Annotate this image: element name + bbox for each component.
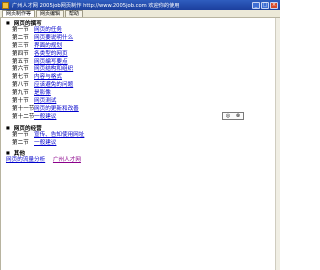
item-link[interactable]: 内容与格式 [34, 74, 62, 80]
maximize-button[interactable]: □ [261, 1, 269, 9]
list-item: 第二节 网页要说明什么 [6, 35, 275, 43]
item-link[interactable]: 界面的规划 [34, 43, 62, 49]
list-item: 第二节 一般建议 [6, 140, 275, 148]
item-number: 第四节 [12, 50, 29, 57]
vertical-scrollbar[interactable] [275, 18, 280, 270]
item-number: 第十节 [12, 98, 29, 105]
tab-bar: 网页制作等 网页编辑 帮助 [0, 10, 280, 18]
item-link[interactable]: 应该避免的问题 [34, 82, 73, 88]
tab-web-editing[interactable]: 网页编辑 [36, 10, 65, 17]
item-number: 第一节 [12, 27, 29, 33]
item-number: 第八节 [12, 82, 29, 89]
list-item: 第一节 宣传、告知使用网址 [6, 132, 275, 140]
section-heading-writing: 网页的撰写 [6, 19, 275, 27]
other-links-row: 网页的流量分析 广州人才网 [6, 157, 275, 165]
traffic-analysis-link[interactable]: 网页的流量分析 [6, 157, 45, 163]
list-item: 第一节 网页的任务 [6, 27, 275, 35]
target-icon[interactable]: ◎ [226, 113, 230, 119]
item-link[interactable]: 网页的任务 [34, 27, 62, 33]
guangzhou-talent-link[interactable]: 广州人才网 [53, 157, 81, 163]
item-link[interactable]: 一般建议 [34, 140, 56, 146]
list-item: 第八节 应该避免的问题 [6, 82, 275, 90]
list-item: 第四节 各类型的网页 [6, 51, 275, 59]
section-heading-operation: 网页的经营 [6, 124, 275, 132]
item-number: 第三节 [12, 42, 29, 49]
item-link[interactable]: 网页测试 [34, 98, 56, 104]
title-bar: 广州人才网 2005job网页制作 http://www.2005job.com… [0, 0, 280, 10]
floating-toolbar: ◎ ⊗ [222, 112, 244, 120]
item-link[interactable]: 网页的更新和改善 [34, 106, 79, 112]
item-number: 第一节 [12, 131, 29, 138]
app-icon [2, 1, 9, 9]
list-item: 第十节 网页测试 [6, 98, 275, 106]
item-link[interactable]: 一般建议 [34, 114, 56, 120]
item-number: 第九节 [12, 90, 29, 97]
item-link[interactable]: 网页结构和组织 [34, 66, 73, 72]
item-link[interactable]: 网页编写要点 [34, 59, 68, 65]
item-link[interactable]: 各类型的网页 [34, 51, 68, 57]
item-number: 第十一节 [12, 105, 35, 112]
item-number: 第十二节 [12, 113, 35, 120]
section-heading-other: 其他 [6, 149, 275, 157]
item-link[interactable]: 网页要说明什么 [34, 35, 73, 41]
item-link[interactable]: 是影像 [34, 90, 51, 96]
list-item: 第三节 界面的规划 [6, 43, 275, 51]
close-circle-icon[interactable]: ⊗ [236, 113, 240, 119]
item-number: 第二节 [12, 139, 29, 146]
tab-help[interactable]: 帮助 [65, 10, 84, 17]
window-title: 广州人才网 2005job网页制作 http://www.2005job.com… [12, 2, 180, 9]
close-button[interactable]: × [270, 1, 278, 9]
item-link[interactable]: 宣传、告知使用网址 [34, 132, 84, 138]
item-number: 第二节 [12, 34, 29, 41]
list-item: 第九节 是影像 [6, 90, 275, 98]
content-area: 网页的撰写 第一节网页的任务 第二节网页要说明什么 第三节界面的规划 第四节各类… [0, 18, 275, 270]
minimize-button[interactable]: _ [252, 1, 260, 9]
tab-web-design[interactable]: 网页制作等 [2, 10, 36, 17]
